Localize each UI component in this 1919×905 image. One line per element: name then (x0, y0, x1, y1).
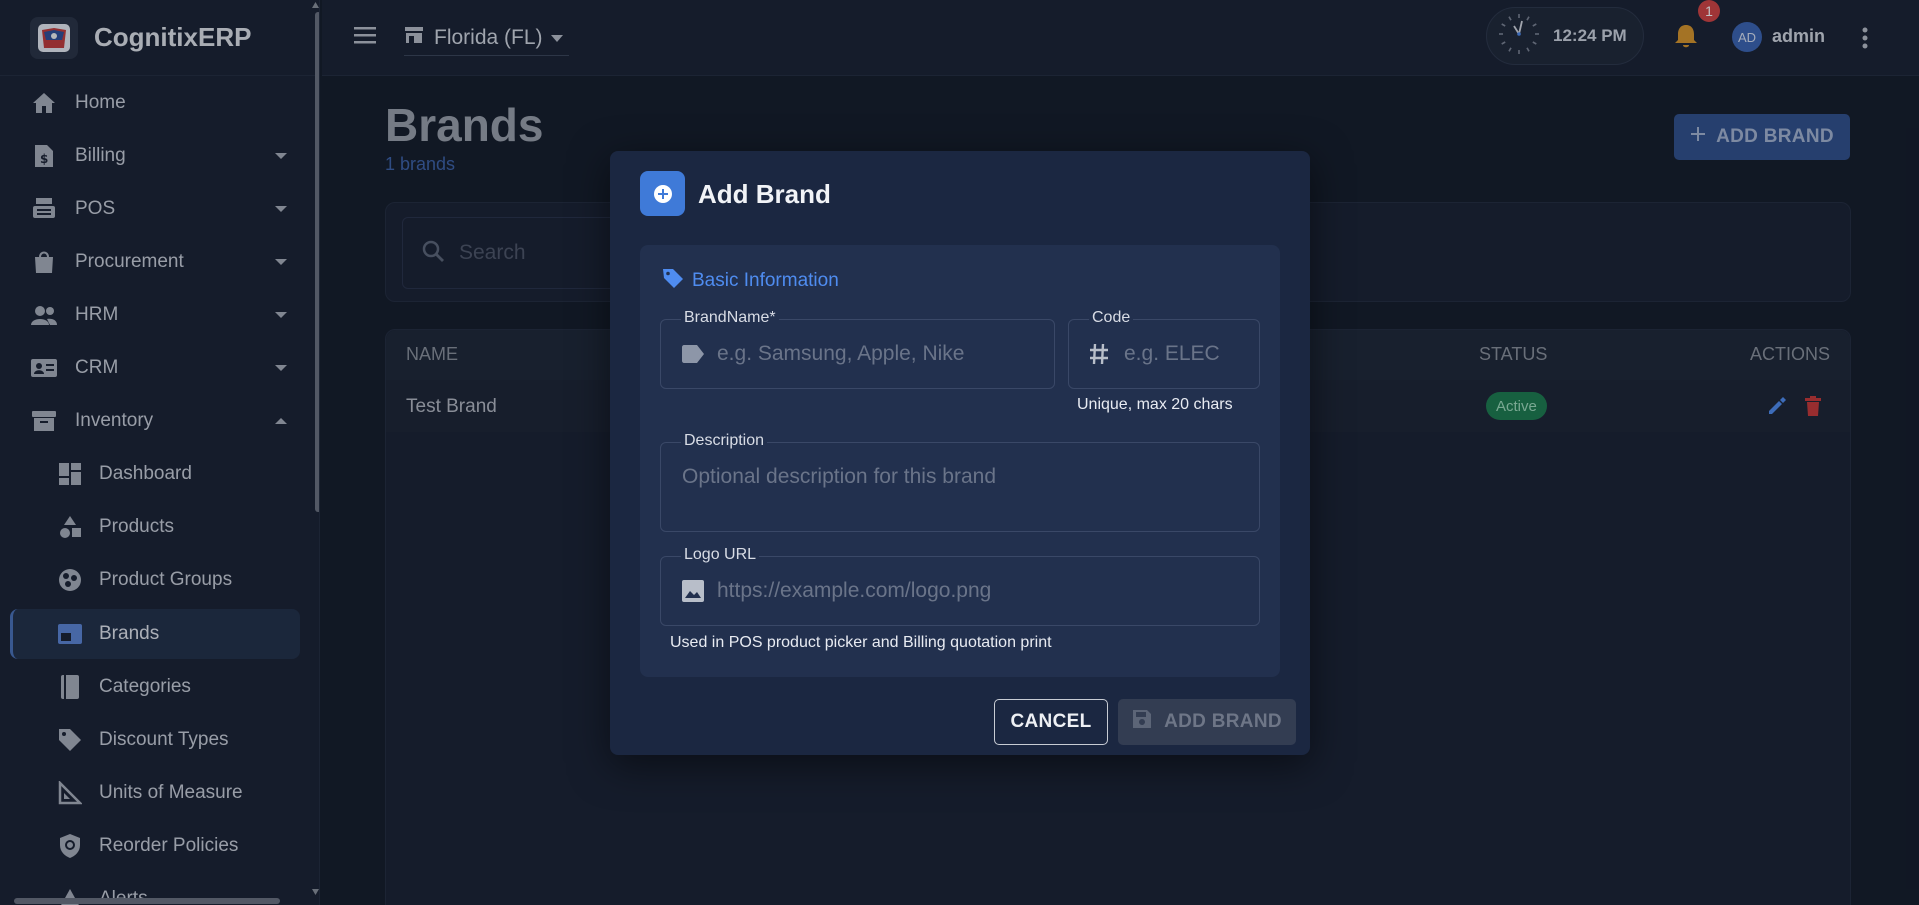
cancel-button[interactable]: CANCEL (994, 699, 1108, 745)
save-icon (1132, 709, 1152, 735)
code-helper-text: Unique, max 20 chars (1077, 396, 1233, 413)
brand-name-label: BrandName* (681, 309, 779, 327)
dialog-title: Add Brand (698, 179, 831, 209)
logo-url-placeholder: https://example.com/logo.png (717, 579, 992, 602)
description-field[interactable]: Description Optional description for thi… (660, 432, 1260, 532)
submit-add-brand-button[interactable]: ADD BRAND (1118, 699, 1296, 745)
code-label: Code (1089, 309, 1134, 327)
description-placeholder: Optional description for this brand (682, 465, 997, 488)
brand-name-field[interactable]: BrandName* e.g. Samsung, Apple, Nike (660, 309, 1055, 389)
tag-icon (662, 267, 684, 294)
description-label: Description (681, 432, 768, 450)
label-icon (681, 344, 705, 369)
code-field[interactable]: Code e.g. ELEC (1068, 309, 1260, 389)
logo-url-label: Logo URL (681, 546, 760, 564)
basic-information-section: Basic Information BrandName* e.g. Samsun… (640, 245, 1280, 677)
add-brand-dialog: Add Brand Basic Information BrandName* e… (610, 151, 1310, 755)
logo-url-field[interactable]: Logo URL https://example.com/logo.png (660, 546, 1260, 626)
submit-button-label: ADD BRAND (1164, 711, 1282, 732)
add-circle-icon (640, 171, 685, 216)
brand-name-placeholder: e.g. Samsung, Apple, Nike (717, 342, 965, 365)
code-placeholder: e.g. ELEC (1124, 342, 1220, 365)
hash-icon (1088, 342, 1110, 371)
section-title: Basic Information (692, 269, 839, 291)
logo-url-helper-text: Used in POS product picker and Billing q… (670, 634, 1052, 651)
section-header: Basic Information (662, 267, 839, 294)
image-icon (681, 579, 705, 608)
